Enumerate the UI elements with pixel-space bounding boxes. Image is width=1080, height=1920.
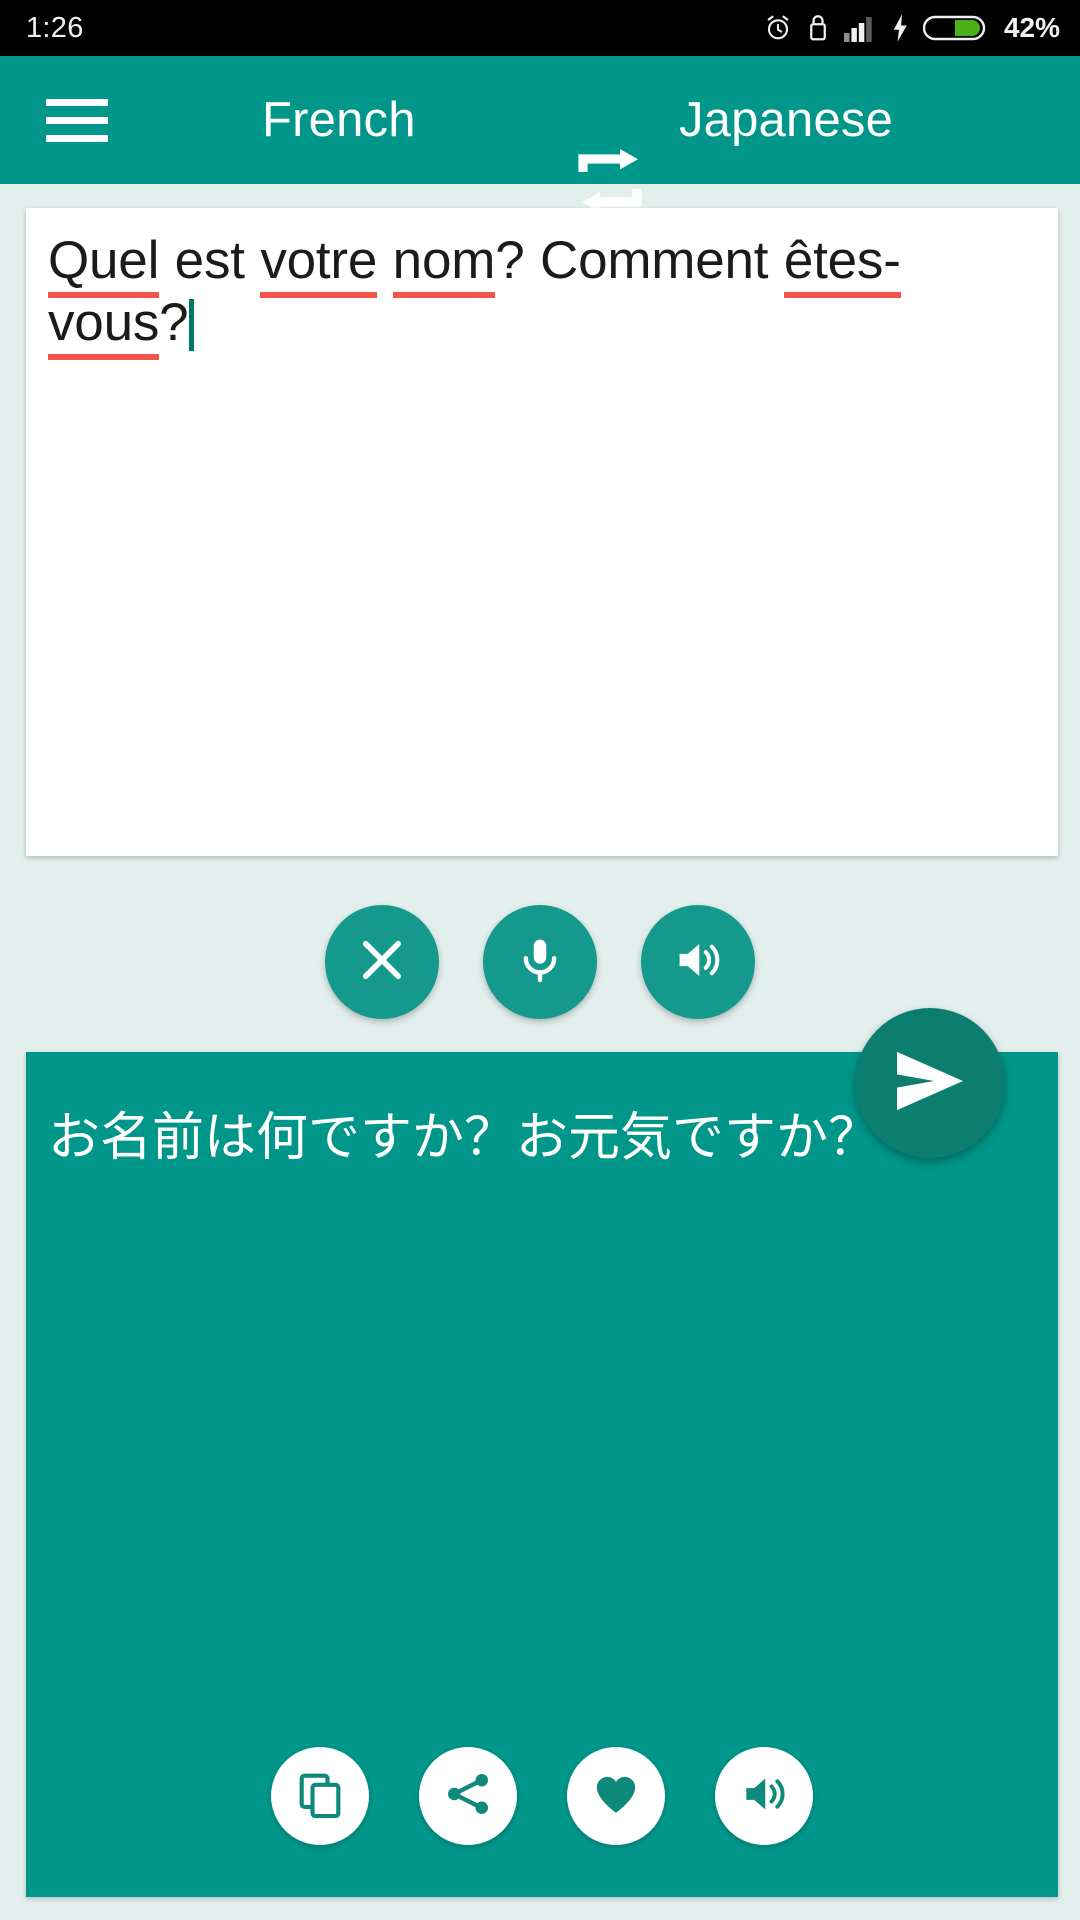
source-language-label[interactable]: French [262, 92, 416, 148]
signal-icon [843, 13, 877, 43]
battery-percent-label: 42% [1003, 12, 1060, 43]
speak-target-button[interactable] [715, 1747, 813, 1845]
text-caret [189, 299, 195, 351]
send-icon [891, 1048, 969, 1119]
status-icon-tray: 42% [763, 12, 1060, 44]
clear-button[interactable] [325, 905, 439, 1019]
source-segment: est [159, 231, 261, 290]
charging-bolt-icon [890, 13, 910, 43]
speaker-icon [739, 1769, 789, 1824]
source-text-input[interactable]: Quel est votre nom? Comment êtes-vous? [48, 230, 1038, 360]
alarm-icon [763, 13, 793, 43]
target-language-label[interactable]: Japanese [679, 92, 893, 148]
close-icon [356, 934, 408, 991]
hamburger-menu-icon[interactable] [46, 88, 142, 153]
heart-icon [591, 1769, 641, 1824]
copy-icon [295, 1769, 345, 1824]
speak-source-button[interactable] [641, 905, 755, 1019]
status-time: 1:26 [26, 11, 84, 44]
share-button[interactable] [419, 1747, 517, 1845]
source-segment: ? [159, 293, 189, 352]
source-text-card[interactable]: Quel est votre nom? Comment êtes-vous? [26, 208, 1058, 856]
copy-button[interactable] [271, 1747, 369, 1845]
battery-icon [922, 12, 987, 44]
speaker-icon [672, 934, 724, 991]
app-bar: French Japanese [0, 56, 1080, 213]
source-segment: ? Comment [495, 231, 784, 290]
source-segment: votre [260, 231, 377, 298]
source-segment [377, 231, 393, 290]
translate-button[interactable] [855, 1008, 1005, 1158]
translator-app-screen: 1:26 42% French Japanese Quel est votre … [0, 0, 1080, 1920]
status-bar: 1:26 42% [0, 0, 1080, 56]
lock-icon [806, 13, 830, 43]
mic-button[interactable] [483, 905, 597, 1019]
source-action-bar [0, 905, 1080, 1019]
target-action-bar [26, 1747, 1058, 1845]
favorite-button[interactable] [567, 1747, 665, 1845]
translation-result-card[interactable]: お名前は何ですか？お元気ですか？ [26, 1052, 1058, 1897]
source-segment: Quel [48, 231, 159, 298]
share-icon [443, 1769, 493, 1824]
source-segment: nom [392, 231, 495, 298]
microphone-icon [515, 935, 565, 990]
